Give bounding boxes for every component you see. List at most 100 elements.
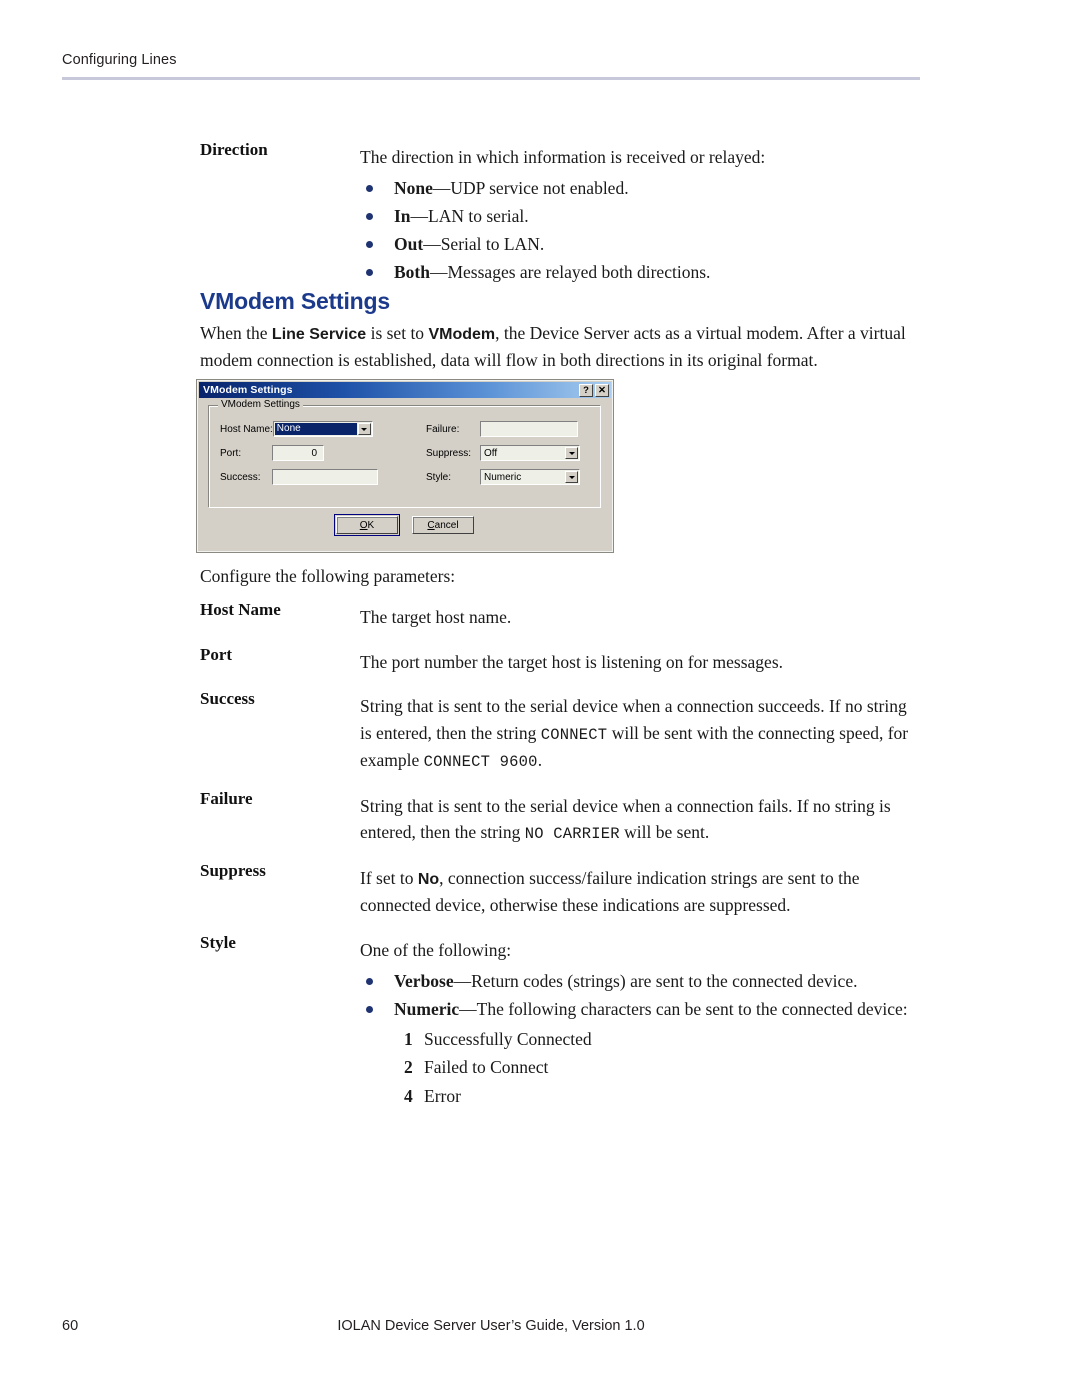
option-dash: — xyxy=(429,262,448,283)
configure-intro: Configure the following parameters: xyxy=(200,566,456,586)
term-success: Success xyxy=(200,689,255,709)
option-text: Serial to LAN. xyxy=(440,234,545,255)
term-host-name: Host Name xyxy=(200,600,281,619)
style-option-dash: — xyxy=(453,970,472,991)
intro-part1: When the xyxy=(200,323,272,343)
code-number: 2 xyxy=(404,1057,413,1078)
style-row: Style: Numeric xyxy=(426,469,592,485)
term-port: Port xyxy=(200,644,233,664)
cancel-button[interactable]: Cancel xyxy=(412,516,474,534)
chevron-down-icon[interactable] xyxy=(357,423,371,435)
intro-part2: is set to xyxy=(366,323,429,343)
intro-bold-vmodem: VModem xyxy=(428,326,496,343)
host-name-label: Host Name: xyxy=(220,423,273,435)
style-option-text: Return codes (strings) are sent to the c… xyxy=(471,970,858,991)
list-item: 2 Failed to Connect xyxy=(404,1053,922,1081)
ok-button[interactable]: OK xyxy=(334,514,400,536)
option-dash: — xyxy=(432,177,451,198)
section-heading-vmodem-settings: VModem Settings xyxy=(200,288,390,314)
dialog-title: VModem Settings xyxy=(203,384,293,396)
direction-options-list: None—UDP service not enabled. In—LAN to … xyxy=(360,175,922,286)
list-item: 1 Successfully Connected xyxy=(404,1025,922,1053)
direction-intro: The direction in which information is re… xyxy=(360,147,766,167)
list-item: Numeric—The following characters can be … xyxy=(360,996,922,1022)
style-option-name: Verbose xyxy=(394,970,454,991)
chevron-down-icon[interactable] xyxy=(565,447,578,459)
param-failure: Failure String that is sent to the seria… xyxy=(200,787,922,847)
list-item: 4 Error xyxy=(404,1082,922,1110)
param-success: Success String that is sent to the seria… xyxy=(200,687,922,775)
success-code-connect: CONNECT xyxy=(540,725,608,744)
style-numeric-codes: 1 Successfully Connected 2 Failed to Conne… xyxy=(360,1025,922,1110)
suppress-label: Suppress: xyxy=(426,447,472,459)
footer-document-title: IOLAN Device Server User’s Guide, Versio… xyxy=(337,1318,645,1334)
def-success-text: String that is sent to the serial device… xyxy=(360,693,922,775)
def-style-intro: One of the following: xyxy=(360,939,512,960)
def-port-text: The port number the target host is liste… xyxy=(360,651,783,672)
page-number: 60 xyxy=(62,1318,79,1334)
bullet-icon xyxy=(366,977,373,985)
page-header: Configuring Lines xyxy=(62,52,920,80)
suppress-value: Off xyxy=(484,447,498,459)
dialog-left-column: Host Name: None Port: 0 Success: xyxy=(220,421,416,493)
dialog-button-row: OK Cancel xyxy=(197,514,613,536)
vmodem-settings-dialog: VModem Settings ? ✕ VModem Settings Host… xyxy=(196,379,614,553)
style-option-dash: — xyxy=(459,998,477,1019)
option-text: UDP service not enabled. xyxy=(450,177,629,198)
success-row: Success: xyxy=(220,469,416,485)
param-host-name: Host Name The target host name. xyxy=(200,598,922,631)
code-number: 4 xyxy=(404,1085,413,1106)
option-text: LAN to serial. xyxy=(428,205,529,226)
code-text: Successfully Connected xyxy=(424,1029,592,1050)
bullet-icon xyxy=(366,269,373,277)
help-icon[interactable]: ? xyxy=(579,383,593,397)
failure-label: Failure: xyxy=(426,423,460,435)
direction-definition: The direction in which information is re… xyxy=(360,138,922,288)
term-direction: Direction xyxy=(200,140,268,159)
param-port: Port The port number the target host is … xyxy=(200,643,922,676)
ok-accelerator: O xyxy=(359,519,368,531)
dialog-titlebar: VModem Settings ? ✕ xyxy=(199,382,611,398)
dialog-field-grid: Host Name: None Port: 0 Success: Failure… xyxy=(220,421,592,499)
dialog-right-column: Failure: Suppress: Off Style: Numeric xyxy=(416,421,592,493)
bullet-icon xyxy=(366,212,373,220)
style-options-list: Verbose—Return codes (strings) are sent … xyxy=(360,968,922,1023)
option-name: In xyxy=(394,205,411,226)
vmodem-settings-groupbox: VModem Settings Host Name: None Port: 0 xyxy=(209,399,601,508)
style-option-name: Numeric xyxy=(394,998,460,1019)
chevron-down-icon[interactable] xyxy=(565,471,578,483)
port-input[interactable]: 0 xyxy=(272,445,324,461)
host-name-select[interactable]: None xyxy=(272,421,373,437)
success-code-connect-9600: CONNECT 9600 xyxy=(423,753,538,772)
success-input[interactable] xyxy=(272,469,378,485)
section-intro-paragraph: When the Line Service is set to VModem, … xyxy=(200,320,922,373)
option-name: Out xyxy=(394,234,424,255)
option-dash: — xyxy=(410,205,429,226)
def-host-name-text: The target host name. xyxy=(360,607,512,627)
style-select[interactable]: Numeric xyxy=(480,469,580,485)
param-style: Style One of the following: Verbose—Retu… xyxy=(200,931,922,1110)
intro-bold-line-service: Line Service xyxy=(271,326,367,343)
option-name: Both xyxy=(394,262,430,283)
bullet-icon xyxy=(366,184,373,192)
bullet-icon xyxy=(366,241,373,249)
cancel-accelerator: C xyxy=(427,519,435,531)
failure-part2: will be sent. xyxy=(619,822,710,843)
groupbox-legend: VModem Settings xyxy=(218,399,303,410)
port-label: Port: xyxy=(220,447,242,459)
ok-rest: K xyxy=(367,519,375,531)
close-icon[interactable]: ✕ xyxy=(595,383,609,397)
def-host-name: The target host name. xyxy=(360,598,922,631)
suppress-select[interactable]: Off xyxy=(480,445,580,461)
failure-row: Failure: xyxy=(426,421,592,437)
option-text: Messages are relayed both directions. xyxy=(447,262,711,283)
def-style: One of the following: Verbose—Return cod… xyxy=(360,931,922,1110)
running-head: Configuring Lines xyxy=(62,52,177,68)
list-item: Both—Messages are relayed both direction… xyxy=(360,259,922,285)
list-item: None—UDP service not enabled. xyxy=(360,175,922,201)
code-text: Failed to Connect xyxy=(424,1057,549,1078)
term-suppress: Suppress xyxy=(200,861,266,881)
code-text: Error xyxy=(424,1085,461,1106)
failure-input[interactable] xyxy=(480,421,578,437)
style-value: Numeric xyxy=(484,471,522,483)
